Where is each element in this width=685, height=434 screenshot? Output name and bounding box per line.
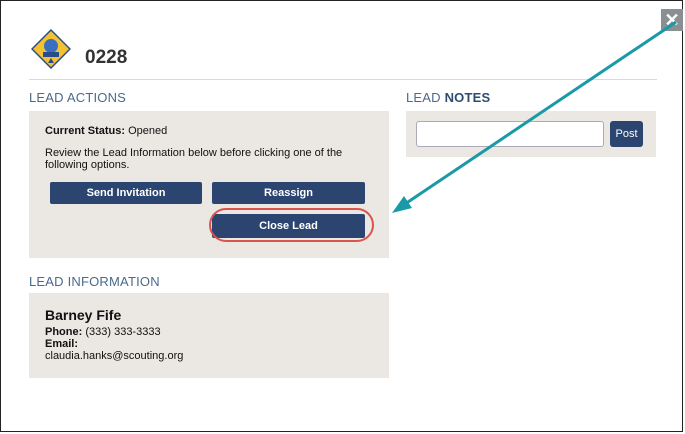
lead-information-title: LEAD INFORMATION [29,274,160,289]
phone-value: (333) 333-3333 [85,326,161,338]
status-value: Opened [128,125,168,137]
instructions-text: Review the Lead Information below before… [45,147,343,171]
email-label-line: Email: [45,338,78,350]
lead-note-input[interactable] [416,121,604,147]
lead-notes-title: LEAD NOTES [406,90,490,105]
phone-label: Phone: [45,326,83,338]
lead-id-title: 0228 [85,47,128,68]
post-note-button[interactable]: Post [610,121,643,147]
email-label: Email: [45,338,79,350]
lead-actions-panel: Current Status: Opened Review the Lead I… [29,111,389,258]
lead-notes-panel: Post [406,111,656,157]
current-status: Current Status: Opened [45,125,167,137]
close-lead-button[interactable]: Close Lead [212,214,365,238]
lead-modal: ✕ 0228 LEAD ACTIONS Current Status: Open… [0,0,683,432]
header-divider [29,79,657,80]
contact-phone: Phone: (333) 333-3333 [45,326,161,338]
lead-notes-title-bold: NOTES [444,90,491,105]
send-invitation-button[interactable]: Send Invitation [50,182,202,204]
contact-name: Barney Fife [45,307,122,323]
contact-email[interactable]: claudia.hanks@scouting.org [45,350,183,362]
close-modal-icon[interactable]: ✕ [661,9,683,31]
status-label: Current Status: [45,125,126,137]
lead-actions-title: LEAD ACTIONS [29,90,127,105]
lead-information-panel: Barney Fife Phone: (333) 333-3333 Email:… [29,293,389,378]
reassign-button[interactable]: Reassign [212,182,365,204]
cub-scout-badge-icon [31,29,71,69]
lead-notes-title-prefix: LEAD [406,90,445,105]
